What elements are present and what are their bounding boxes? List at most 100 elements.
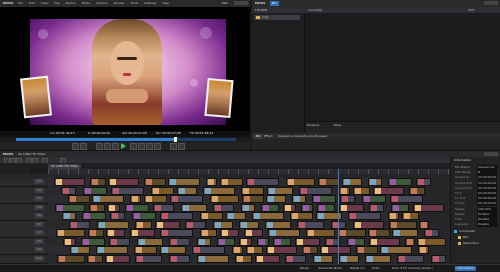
- timeline-clip[interactable]: [111, 186, 144, 195]
- timeline-clip[interactable]: [168, 178, 200, 186]
- timeline-clip[interactable]: [235, 254, 252, 263]
- timeline-clip[interactable]: [87, 254, 103, 263]
- timeline-clip[interactable]: [268, 229, 300, 237]
- window-controls-icon[interactable]: [484, 1, 498, 5]
- step-forward-button[interactable]: [130, 143, 137, 150]
- timeline-clip[interactable]: [392, 229, 418, 237]
- set-in-button[interactable]: [72, 143, 79, 150]
- bin-zoom-label[interactable]: 32%: [468, 9, 475, 12]
- timeline-clip[interactable]: [353, 220, 384, 229]
- timeline-clip[interactable]: [83, 186, 107, 195]
- timeline-clip[interactable]: [418, 246, 429, 254]
- timeline-clip[interactable]: [347, 237, 365, 246]
- timeline-clip[interactable]: [92, 195, 124, 203]
- timeline-clip[interactable]: [342, 178, 362, 186]
- timeline-clip[interactable]: [302, 246, 318, 254]
- timeline-clip[interactable]: [362, 195, 386, 203]
- menu-capture[interactable]: Capture: [96, 1, 108, 5]
- timeline-clip[interactable]: [125, 203, 149, 212]
- timeline-clip[interactable]: [239, 220, 259, 229]
- bin-clip-area[interactable]: [305, 13, 500, 121]
- player-scrub-bar[interactable]: [16, 137, 236, 142]
- menu-render[interactable]: Render: [114, 1, 125, 5]
- timeline-clip[interactable]: [299, 186, 332, 195]
- tab-effect[interactable]: Effect: [264, 135, 273, 138]
- timeline-clip[interactable]: [239, 237, 252, 246]
- timeline-clip[interactable]: [306, 229, 335, 237]
- timeline-clip[interactable]: [130, 229, 155, 237]
- timeline-clip[interactable]: [267, 186, 293, 195]
- menu-clip[interactable]: Clip: [54, 1, 60, 5]
- timeline-clip[interactable]: [339, 203, 364, 212]
- timeline-clip[interactable]: [192, 246, 225, 254]
- timeline-clip[interactable]: [313, 254, 333, 263]
- timeline-clip[interactable]: [185, 220, 206, 229]
- timeline-clip[interactable]: [135, 254, 162, 263]
- timeline-clip[interactable]: [55, 203, 85, 212]
- track-lane[interactable]: [48, 229, 439, 237]
- timeline-clip[interactable]: [203, 186, 235, 195]
- timeline-clip[interactable]: [285, 254, 306, 263]
- track-lane[interactable]: [48, 254, 446, 263]
- timeline-clip[interactable]: [318, 178, 340, 186]
- timeline-clip[interactable]: [292, 195, 306, 203]
- timeline-clip[interactable]: [151, 186, 174, 195]
- timeline-clip[interactable]: [110, 212, 125, 220]
- timeline-clip[interactable]: [57, 254, 85, 263]
- timeline-clip[interactable]: [297, 220, 324, 229]
- timeline-clip[interactable]: [369, 237, 400, 246]
- menu-help[interactable]: Help: [162, 1, 169, 5]
- timeline-clip[interactable]: [409, 186, 425, 195]
- timeline-clip[interactable]: [312, 195, 336, 203]
- timeline-clip[interactable]: [109, 237, 130, 246]
- menu-edit[interactable]: Edit: [29, 1, 35, 5]
- menu-view[interactable]: View: [41, 1, 48, 5]
- timeline-clip[interactable]: [252, 212, 284, 220]
- timeline-clip[interactable]: [241, 203, 255, 212]
- timeline-clip[interactable]: [96, 246, 128, 254]
- track-lane[interactable]: [48, 237, 446, 246]
- timeline-clip[interactable]: [290, 212, 313, 220]
- track-lane[interactable]: [48, 178, 431, 186]
- prev-edit-button[interactable]: [96, 143, 103, 150]
- timeline-clip[interactable]: [213, 220, 233, 229]
- timeline-clip[interactable]: [217, 237, 235, 246]
- timeline-clip[interactable]: [62, 212, 76, 220]
- timeline-clip[interactable]: [61, 186, 76, 195]
- menu-mode[interactable]: Mode: [82, 1, 90, 5]
- window-controls-icon[interactable]: [234, 1, 248, 5]
- timeline-clip[interactable]: [105, 254, 130, 263]
- timeline-clip[interactable]: [405, 237, 415, 246]
- player-mode-badge[interactable]: PLR: [222, 2, 228, 5]
- playhead-line[interactable]: [338, 169, 339, 264]
- timeline-clip[interactable]: [246, 178, 279, 186]
- timeline-clip[interactable]: [169, 254, 190, 263]
- timeline-clip[interactable]: [265, 220, 291, 229]
- timeline-clip[interactable]: [160, 246, 186, 254]
- set-out-button[interactable]: [80, 143, 87, 150]
- track-lane[interactable]: [48, 212, 419, 220]
- timeline-clip[interactable]: [169, 237, 190, 246]
- timeline-clip[interactable]: [63, 237, 76, 246]
- window-controls-icon[interactable]: [484, 152, 498, 156]
- timeline-clip[interactable]: [160, 229, 193, 237]
- timeline-clip[interactable]: [356, 246, 378, 254]
- track-lane[interactable]: [48, 186, 425, 195]
- timeline-clip[interactable]: [70, 246, 90, 254]
- tab-sequence-marker[interactable]: Sequence marker: [278, 135, 304, 138]
- timeline-clip[interactable]: [144, 178, 166, 186]
- timeline-clip[interactable]: [416, 178, 431, 186]
- timeline-clip[interactable]: [340, 195, 355, 203]
- timeline-clip[interactable]: [220, 229, 239, 237]
- timeline-clip[interactable]: [301, 203, 313, 212]
- next-edit-button[interactable]: [146, 143, 153, 150]
- menu-tools[interactable]: Tools: [131, 1, 138, 5]
- information-badge[interactable]: Information: [455, 266, 477, 271]
- rewind-button[interactable]: [104, 143, 111, 150]
- timeline-clip[interactable]: [266, 195, 286, 203]
- timeline-clip[interactable]: [241, 186, 264, 195]
- timeline-clip[interactable]: [81, 237, 105, 246]
- timeline-clip[interactable]: [69, 220, 90, 229]
- timeline-clip[interactable]: [197, 237, 211, 246]
- timeline-clip[interactable]: [108, 178, 139, 186]
